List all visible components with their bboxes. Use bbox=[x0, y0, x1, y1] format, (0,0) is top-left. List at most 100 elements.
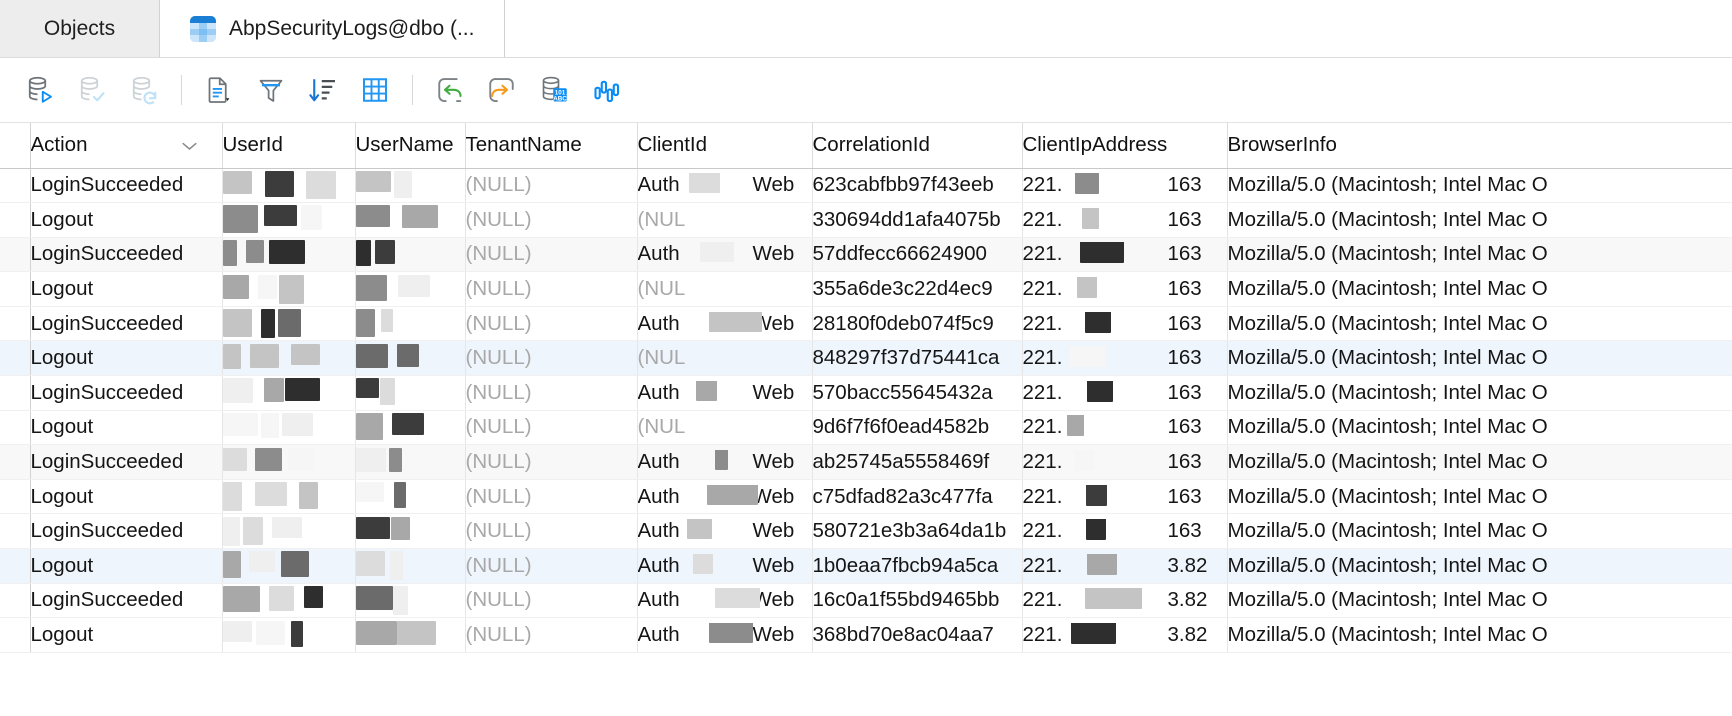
cell-correlationid[interactable]: ab25745a5558469f bbox=[812, 444, 1023, 480]
cell-browserinfo[interactable]: Mozilla/5.0 (Macintosh; Intel Mac O bbox=[1227, 375, 1732, 411]
cell-tenantname[interactable]: (NULL) bbox=[465, 340, 638, 377]
cell-clientipaddress[interactable]: 221. 3.82 bbox=[1022, 548, 1228, 584]
column-header-tenantname[interactable]: TenantName bbox=[465, 123, 638, 169]
cell-clientid[interactable]: Auth Web bbox=[637, 444, 813, 480]
cell-tenantname[interactable]: (NULL) bbox=[465, 202, 638, 238]
cell-userid[interactable] bbox=[222, 271, 356, 307]
cell-userid[interactable] bbox=[222, 237, 356, 273]
cell-action[interactable]: LoginSucceeded bbox=[30, 513, 223, 550]
cell-correlationid[interactable]: 9d6f7f6f0ead4582b bbox=[812, 410, 1023, 446]
cell-userid[interactable] bbox=[222, 583, 356, 619]
cell-tenantname[interactable]: (NULL) bbox=[465, 237, 638, 273]
cell-action[interactable]: Logout bbox=[30, 410, 223, 446]
cell-correlationid[interactable]: 580721e3b3a64da1b bbox=[812, 513, 1023, 550]
cell-action[interactable]: Logout bbox=[30, 479, 223, 515]
cell-browserinfo[interactable]: Mozilla/5.0 (Macintosh; Intel Mac O bbox=[1227, 410, 1732, 446]
cell-action[interactable]: LoginSucceeded bbox=[30, 583, 223, 619]
column-header-clientipaddress[interactable]: ClientIpAddress bbox=[1022, 123, 1228, 169]
cell-action[interactable]: LoginSucceeded bbox=[30, 444, 223, 480]
row-number-header[interactable] bbox=[0, 123, 31, 169]
cell-clientipaddress[interactable]: 221. 3.82 bbox=[1022, 583, 1228, 619]
cell-userid[interactable] bbox=[222, 306, 356, 342]
cell-tenantname[interactable]: (NULL) bbox=[465, 168, 638, 204]
cell-correlationid[interactable]: 1b0eaa7fbcb94a5ca bbox=[812, 548, 1023, 584]
cell-action[interactable]: LoginSucceeded bbox=[30, 306, 223, 342]
row-number-cell[interactable] bbox=[0, 375, 31, 411]
row-number-cell[interactable] bbox=[0, 479, 31, 515]
cell-userid[interactable] bbox=[222, 410, 356, 446]
cell-clientid[interactable]: Auth Web bbox=[637, 237, 813, 273]
column-header-username[interactable]: UserName bbox=[355, 123, 466, 169]
execute-statement-button[interactable] bbox=[14, 67, 66, 113]
cell-userid[interactable] bbox=[222, 479, 356, 515]
cell-browserinfo[interactable]: Mozilla/5.0 (Macintosh; Intel Mac O bbox=[1227, 168, 1732, 204]
cell-tenantname[interactable]: (NULL) bbox=[465, 583, 638, 619]
cell-username[interactable] bbox=[355, 410, 466, 446]
table-row[interactable]: LoginSucceeded (NULL) Auth Web 28180f0deb074… bbox=[0, 306, 1732, 342]
tab-objects[interactable]: Objects bbox=[0, 0, 160, 57]
table-row[interactable]: Logout (NULL) (NUL 330694dd1afa4075b 221. 163… bbox=[0, 202, 1732, 238]
column-header-action[interactable]: Action bbox=[30, 123, 223, 169]
row-number-cell[interactable] bbox=[0, 513, 31, 550]
table-row[interactable]: Logout (NULL) Auth Web c75dfad82a3c477fa 221.… bbox=[0, 479, 1732, 515]
cell-clientid[interactable]: Auth Web bbox=[637, 548, 813, 584]
cell-browserinfo[interactable]: Mozilla/5.0 (Macintosh; Intel Mac O bbox=[1227, 237, 1732, 273]
cell-username[interactable] bbox=[355, 202, 466, 238]
cell-clientipaddress[interactable]: 221. 163 bbox=[1022, 237, 1228, 273]
cell-clientid[interactable]: Auth Web bbox=[637, 617, 813, 653]
row-number-cell[interactable] bbox=[0, 444, 31, 480]
cell-correlationid[interactable]: 355a6de3c22d4ec9 bbox=[812, 271, 1023, 307]
cell-correlationid[interactable]: 57ddfecc66624900 bbox=[812, 237, 1023, 273]
table-row[interactable]: Logout (NULL) Auth Web 368bd70e8ac04aa7 221. 3… bbox=[0, 617, 1732, 653]
row-number-cell[interactable] bbox=[0, 340, 31, 377]
cell-tenantname[interactable]: (NULL) bbox=[465, 375, 638, 411]
cell-clientipaddress[interactable]: 221. 163 bbox=[1022, 410, 1228, 446]
cell-clientid[interactable]: (NUL bbox=[637, 271, 813, 307]
cell-tenantname[interactable]: (NULL) bbox=[465, 444, 638, 480]
cell-browserinfo[interactable]: Mozilla/5.0 (Macintosh; Intel Mac O bbox=[1227, 583, 1732, 619]
cell-clientipaddress[interactable]: 221. 163 bbox=[1022, 168, 1228, 204]
table-row[interactable]: LoginSucceeded (NULL) Auth Web 16c0a1f55bd94… bbox=[0, 583, 1732, 619]
row-number-cell[interactable] bbox=[0, 271, 31, 307]
row-number-cell[interactable] bbox=[0, 548, 31, 584]
filter-rows-button[interactable] bbox=[245, 67, 297, 113]
cell-username[interactable] bbox=[355, 237, 466, 273]
cell-browserinfo[interactable]: Mozilla/5.0 (Macintosh; Intel Mac O bbox=[1227, 340, 1732, 377]
cell-action[interactable]: Logout bbox=[30, 271, 223, 307]
cell-browserinfo[interactable]: Mozilla/5.0 (Macintosh; Intel Mac O bbox=[1227, 444, 1732, 480]
navigate-forward-button[interactable] bbox=[476, 67, 528, 113]
cell-correlationid[interactable]: 623cabfbb97f43eeb bbox=[812, 168, 1023, 204]
cell-username[interactable] bbox=[355, 513, 466, 550]
cell-username[interactable] bbox=[355, 583, 466, 619]
cell-tenantname[interactable]: (NULL) bbox=[465, 513, 638, 550]
cell-browserinfo[interactable]: Mozilla/5.0 (Macintosh; Intel Mac O bbox=[1227, 271, 1732, 307]
cell-tenantname[interactable]: (NULL) bbox=[465, 410, 638, 446]
row-number-cell[interactable] bbox=[0, 168, 31, 204]
column-header-correlationid[interactable]: CorrelationId bbox=[812, 123, 1023, 169]
cell-userid[interactable] bbox=[222, 444, 356, 480]
row-number-cell[interactable] bbox=[0, 410, 31, 446]
cell-browserinfo[interactable]: Mozilla/5.0 (Macintosh; Intel Mac O bbox=[1227, 306, 1732, 342]
cell-action[interactable]: Logout bbox=[30, 617, 223, 653]
cell-username[interactable] bbox=[355, 375, 466, 411]
table-row[interactable]: Logout (NULL) (NUL 355a6de3c22d4ec9 221. 163 M… bbox=[0, 271, 1732, 307]
navigate-back-button[interactable] bbox=[424, 67, 476, 113]
cell-userid[interactable] bbox=[222, 375, 356, 411]
cell-tenantname[interactable]: (NULL) bbox=[465, 306, 638, 342]
cell-browserinfo[interactable]: Mozilla/5.0 (Macintosh; Intel Mac O bbox=[1227, 617, 1732, 653]
row-number-cell[interactable] bbox=[0, 617, 31, 653]
cell-userid[interactable] bbox=[222, 548, 356, 584]
cell-tenantname[interactable]: (NULL) bbox=[465, 617, 638, 653]
table-row[interactable]: Logout (NULL) Auth Web 1b0eaa7fbcb94a5ca 221.… bbox=[0, 548, 1732, 584]
cell-username[interactable] bbox=[355, 479, 466, 515]
table-row[interactable]: Logout (NULL) (NUL 848297f37d75441ca 221. 163… bbox=[0, 340, 1732, 377]
cell-tenantname[interactable]: (NULL) bbox=[465, 271, 638, 307]
cell-browserinfo[interactable]: Mozilla/5.0 (Macintosh; Intel Mac O bbox=[1227, 202, 1732, 238]
cell-userid[interactable] bbox=[222, 340, 356, 377]
record-count-button[interactable]: 101 ABC bbox=[528, 67, 580, 113]
cell-clientipaddress[interactable]: 221. 163 bbox=[1022, 513, 1228, 550]
cell-userid[interactable] bbox=[222, 617, 356, 653]
cell-browserinfo[interactable]: Mozilla/5.0 (Macintosh; Intel Mac O bbox=[1227, 479, 1732, 515]
table-row[interactable]: LoginSucceeded (NULL) Auth Web 580721e3b3a64… bbox=[0, 513, 1732, 550]
cell-clientipaddress[interactable]: 221. 163 bbox=[1022, 375, 1228, 411]
